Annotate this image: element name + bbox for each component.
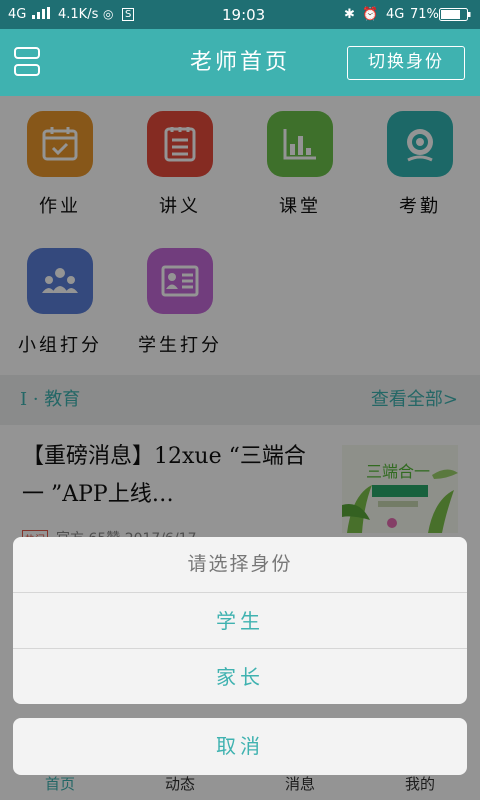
app-notification-icon: S — [122, 8, 135, 21]
bluetooth-icon: ✱ — [344, 7, 355, 22]
clock: 19:03 — [222, 6, 266, 24]
switch-identity-button[interactable]: 切换身份 — [347, 46, 465, 80]
status-bar: 4G 4.1K/s ◎ S 19:03 ✱ ⏰ 4G 71% — [0, 0, 480, 29]
network-type-right: 4G — [386, 7, 405, 22]
app-header: 老师首页 切换身份 — [0, 29, 480, 96]
option-parent[interactable]: 家长 — [13, 648, 467, 704]
battery-percent: 71% — [410, 7, 439, 22]
sync-icon: ◎ — [103, 7, 114, 21]
alarm-icon: ⏰ — [362, 7, 379, 22]
battery-icon — [439, 8, 471, 25]
network-type: 4G — [8, 7, 27, 22]
action-sheet-title: 请选择身份 — [187, 553, 293, 575]
network-speed: 4.1K/s — [58, 7, 99, 22]
signal-icon — [32, 7, 50, 23]
identity-action-sheet: 请选择身份 学生 家长 — [13, 537, 467, 704]
menu-icon[interactable] — [14, 45, 44, 78]
cancel-button[interactable]: 取消 — [13, 718, 467, 775]
option-student[interactable]: 学生 — [13, 592, 467, 649]
